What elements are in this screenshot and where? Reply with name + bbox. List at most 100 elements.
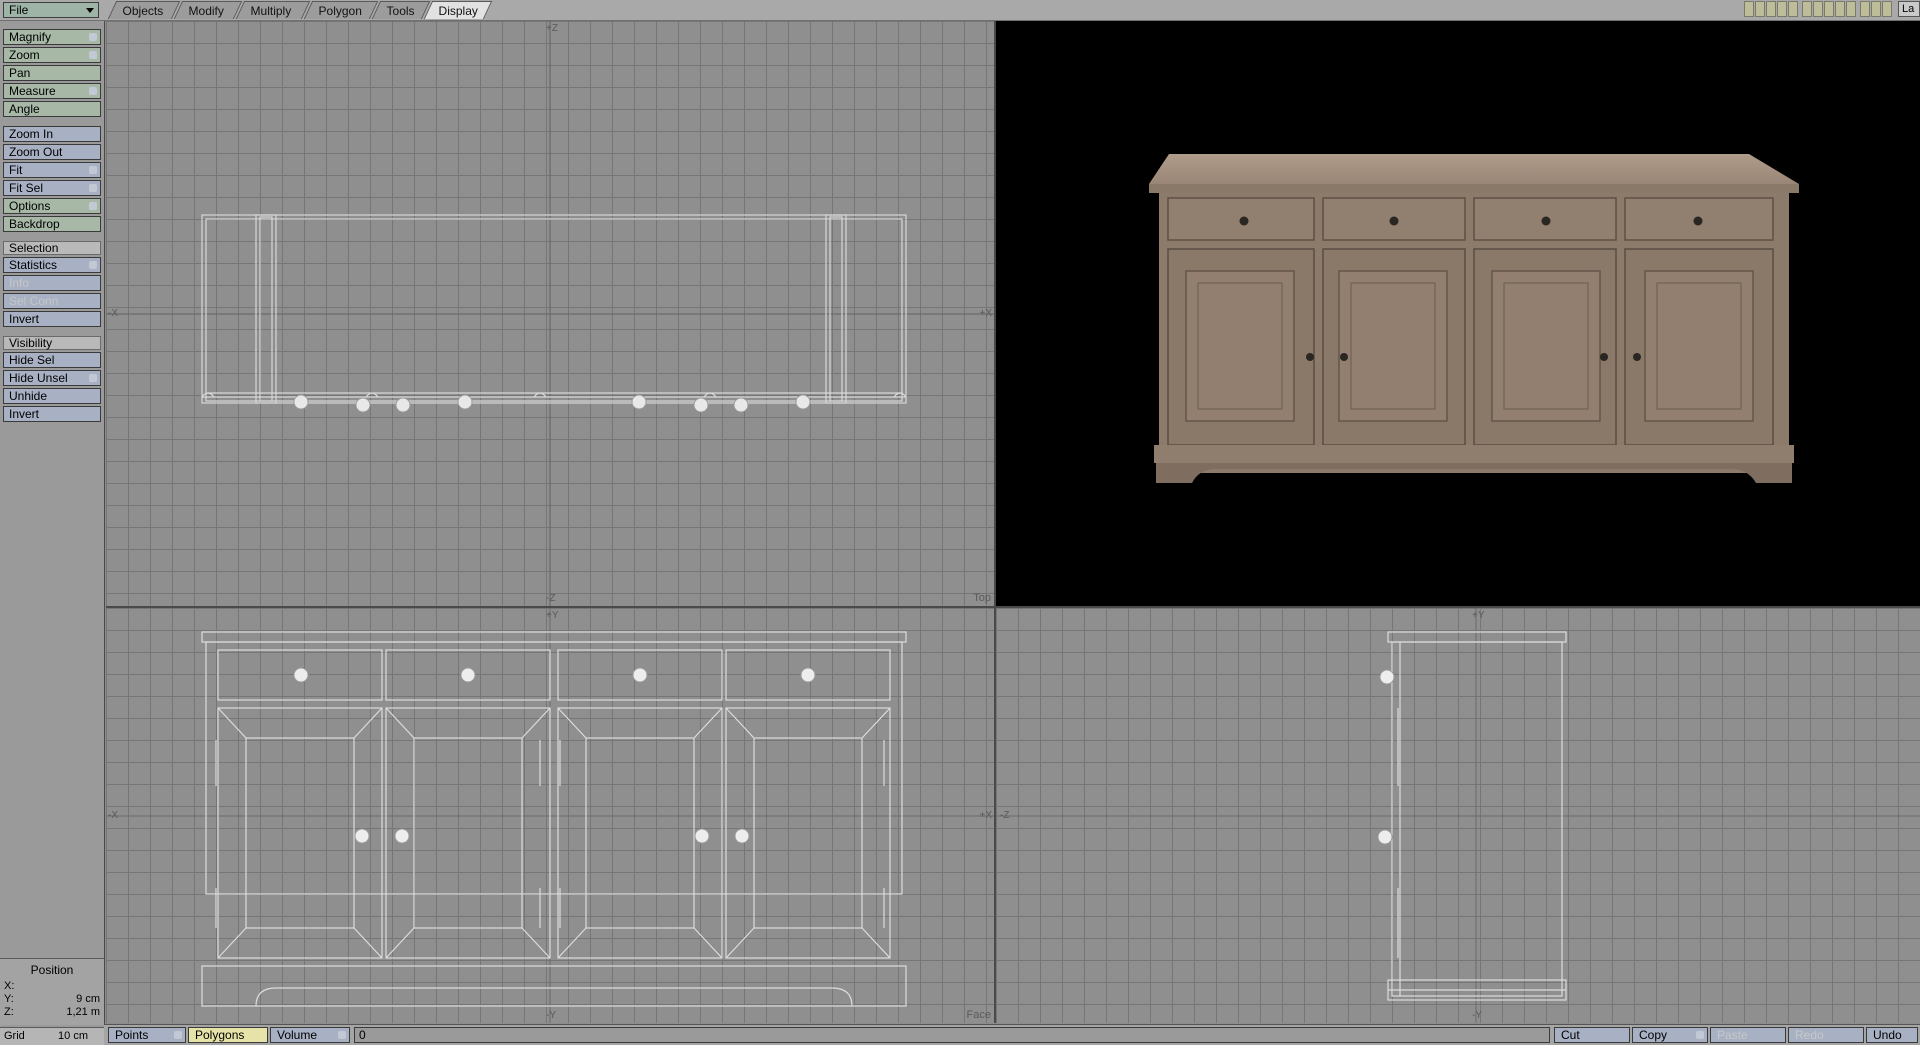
undo-button[interactable]: Undo [1866, 1027, 1918, 1043]
layer-slot-3[interactable] [1766, 1, 1776, 17]
face-view-wireframe [106, 608, 994, 1023]
axis-label-right: +X [979, 810, 992, 821]
tab-label: Objects [122, 4, 164, 18]
button-label: Info [9, 276, 30, 290]
statistics-button[interactable]: Statistics [3, 257, 101, 273]
angle-button[interactable]: Angle [3, 101, 101, 117]
button-label: Volume [277, 1028, 318, 1042]
layer-slot-4[interactable] [1777, 1, 1787, 17]
axis-label-down: -Z [546, 593, 556, 604]
position-y-value: 9 cm [76, 993, 100, 1005]
grid-value: 10 cm [58, 1030, 88, 1042]
button-label: Measure [9, 84, 56, 98]
axis-label-down: -Y [1472, 1010, 1482, 1021]
options-button[interactable]: Options [3, 198, 101, 214]
pill-icon [174, 1031, 182, 1039]
button-label: Zoom In [9, 127, 54, 141]
viewport-perspective[interactable] [996, 21, 1920, 608]
button-label: Zoom Out [9, 145, 63, 159]
unhide-button[interactable]: Unhide [3, 388, 101, 404]
backdrop-button[interactable]: Backdrop [3, 216, 101, 232]
pill-icon [89, 202, 97, 210]
tab-label: Polygon [318, 4, 362, 18]
zoom-out-button[interactable]: Zoom Out [3, 144, 101, 160]
tab-polygon[interactable]: Polygon [303, 1, 379, 19]
info-button[interactable]: Info [3, 275, 101, 291]
tab-modify[interactable]: Modify [173, 1, 243, 19]
tab-objects[interactable]: Objects [107, 1, 181, 19]
viewport-name: Top [973, 592, 991, 604]
viewport-top[interactable]: +Z -Z -X +X Top [106, 21, 996, 608]
button-label: Backdrop [9, 217, 60, 231]
button-label: Paste [1717, 1028, 1748, 1042]
layer-slot-6[interactable] [1802, 1, 1812, 17]
button-label: Copy [1639, 1028, 1668, 1042]
position-z-label: Z: [4, 1006, 14, 1018]
axis-label-up: +Y [1472, 610, 1485, 621]
pill-icon [89, 184, 97, 192]
button-label: Fit Sel [9, 181, 44, 195]
layer-slot-10[interactable] [1846, 1, 1856, 17]
polygons-mode-button[interactable]: Polygons [188, 1027, 268, 1043]
layer-slot-5[interactable] [1788, 1, 1798, 17]
fit-sel-button[interactable]: Fit Sel [3, 180, 101, 196]
pill-icon [1696, 1031, 1704, 1039]
button-label: Angle [9, 102, 40, 116]
measure-button[interactable]: Measure [3, 83, 101, 99]
status-field: 0 [354, 1027, 1550, 1043]
file-menu-dropdown[interactable]: File [3, 2, 99, 18]
paste-button[interactable]: Paste [1710, 1027, 1786, 1043]
volume-mode-button[interactable]: Volume [270, 1027, 350, 1043]
position-z-row: Z: 1,21 m [4, 1006, 100, 1018]
layer-slot-8[interactable] [1824, 1, 1834, 17]
visibility-header: Visibility [3, 336, 101, 350]
layer-slot-7[interactable] [1813, 1, 1823, 17]
selection-header: Selection [3, 241, 101, 255]
redo-button[interactable]: Redo [1788, 1027, 1864, 1043]
pill-icon [89, 33, 97, 41]
viewport-face[interactable]: +Y -Y -X +X Face [106, 608, 996, 1023]
fit-button[interactable]: Fit [3, 162, 101, 178]
button-label: Statistics [9, 258, 58, 272]
tab-display[interactable]: Display [423, 1, 493, 19]
viewport-side[interactable]: +Y -Y -Z [996, 608, 1920, 1023]
cut-button[interactable]: Cut [1554, 1027, 1630, 1043]
layers-label: La [1902, 3, 1915, 15]
points-mode-button[interactable]: Points [108, 1027, 186, 1043]
button-label: Polygons [195, 1028, 245, 1042]
button-label: Hide Sel [9, 353, 55, 367]
invert-selection-button[interactable]: Invert [3, 311, 101, 327]
tab-tools[interactable]: Tools [371, 1, 431, 19]
layer-slot-9[interactable] [1835, 1, 1845, 17]
side-view-wireframe [996, 608, 1920, 1023]
viewport-name: Face [966, 1009, 991, 1021]
sel-conn-button[interactable]: Sel Conn [3, 293, 101, 309]
layer-slot-2[interactable] [1755, 1, 1765, 17]
layers-button[interactable]: La [1898, 1, 1920, 17]
invert-visibility-button[interactable]: Invert [3, 406, 101, 422]
zoom-in-button[interactable]: Zoom In [3, 126, 101, 142]
button-label: Invert [9, 407, 40, 421]
copy-button[interactable]: Copy [1632, 1027, 1708, 1043]
status-value: 0 [359, 1028, 366, 1042]
layer-slot-11[interactable] [1860, 1, 1870, 17]
pill-icon [89, 51, 97, 59]
chevron-down-icon [86, 8, 94, 13]
pill-icon [89, 166, 97, 174]
axis-label-up: +Z [546, 23, 558, 34]
magnify-button[interactable]: Magnify [3, 29, 101, 45]
button-label: Zoom [9, 48, 40, 62]
tab-multiply[interactable]: Multiply [235, 1, 311, 19]
layer-slot-1[interactable] [1744, 1, 1754, 17]
tab-label: Tools [386, 4, 415, 18]
pan-button[interactable]: Pan [3, 65, 101, 81]
axis-label-up: +Y [546, 610, 559, 621]
pill-icon [89, 374, 97, 382]
hide-sel-button[interactable]: Hide Sel [3, 352, 101, 368]
zoom-button[interactable]: Zoom [3, 47, 101, 63]
grid-label: Grid [4, 1030, 25, 1042]
layer-slot-13[interactable] [1882, 1, 1892, 17]
layer-slot-12[interactable] [1871, 1, 1881, 17]
hide-unsel-button[interactable]: Hide Unsel [3, 370, 101, 386]
pill-icon [89, 87, 97, 95]
